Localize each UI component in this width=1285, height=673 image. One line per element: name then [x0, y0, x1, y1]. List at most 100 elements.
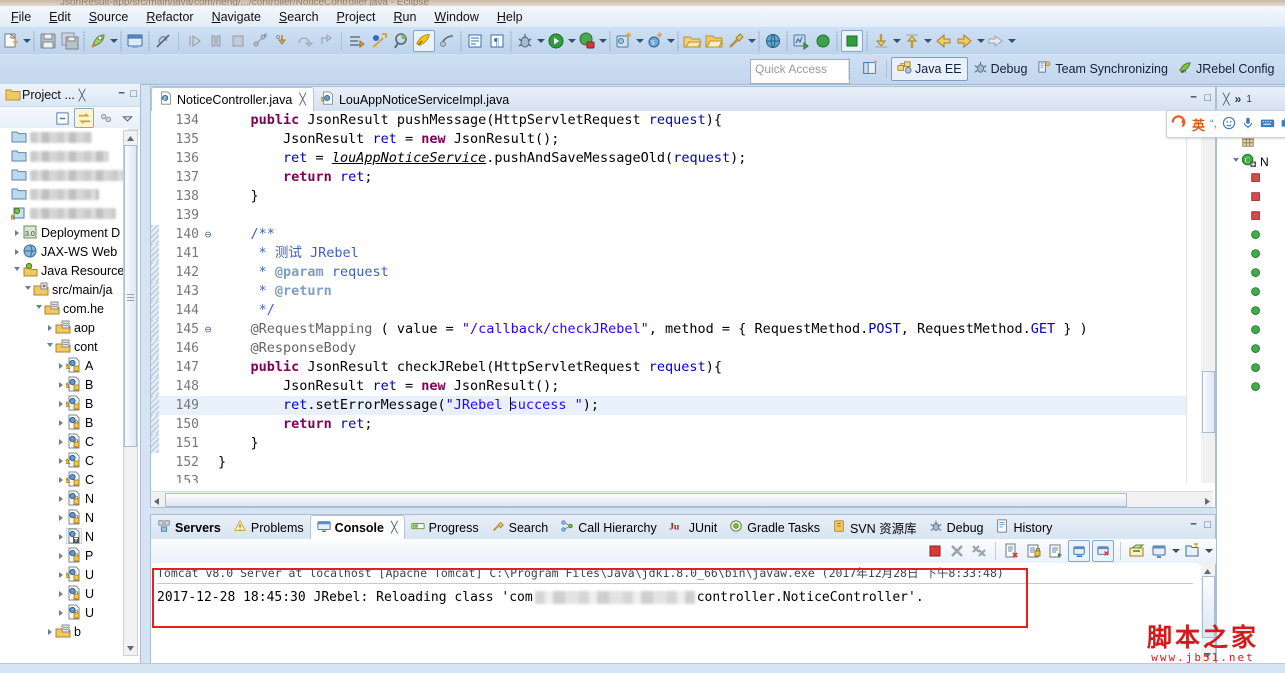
project-tree-item[interactable]: [0, 147, 128, 166]
skip-breakpoints-icon[interactable]: [369, 31, 389, 51]
new-wizard-caret[interactable]: [22, 31, 31, 51]
project-tree-item[interactable]: U: [0, 565, 128, 584]
step-into-icon[interactable]: [272, 31, 292, 51]
editor-vertical-scrollbar[interactable]: [1201, 111, 1215, 483]
code-line[interactable]: 146 @ResponseBody: [151, 339, 1191, 358]
project-tree-item[interactable]: cont: [0, 337, 128, 356]
code-line[interactable]: 153: [151, 472, 1191, 483]
perspective-team-synchronizing[interactable]: Team Synchronizing: [1032, 58, 1173, 80]
fold-collapse-icon[interactable]: ⊖: [202, 320, 214, 339]
console-tab-svn-资源库[interactable]: SVN 资源库: [826, 516, 923, 539]
ime-mode-label[interactable]: 英: [1192, 115, 1205, 134]
scroll-up-icon[interactable]: [125, 132, 136, 144]
link-with-editor-icon[interactable]: [74, 108, 94, 128]
new-console-view-caret[interactable]: [1204, 541, 1213, 561]
console-tab-console[interactable]: Console ╳: [309, 515, 405, 540]
next-edit-caret[interactable]: [1007, 31, 1016, 51]
ime-toolbar[interactable]: 英 “,: [1166, 110, 1285, 138]
code-line[interactable]: 138 }: [151, 187, 1191, 206]
run-last-tool-icon[interactable]: [347, 31, 367, 51]
debug-icon[interactable]: [515, 31, 535, 51]
code-line[interactable]: 145 ⊖ @RequestMapping ( value = "/callbac…: [151, 320, 1191, 339]
close-icon[interactable]: ╳: [1223, 93, 1230, 106]
project-tree-item[interactable]: C: [0, 470, 128, 489]
next-edit-icon[interactable]: [986, 31, 1006, 51]
project-tree-item[interactable]: P: [0, 546, 128, 565]
tree-twisty-open[interactable]: [22, 280, 33, 299]
menu-item-project[interactable]: Project: [328, 8, 385, 26]
code-line[interactable]: 151 }: [151, 434, 1191, 453]
project-tree[interactable]: 3.0 Deployment D JAX-WS Web Java Resource sr…: [0, 128, 128, 658]
open-perspective-button[interactable]: [861, 59, 881, 79]
project-tree-item[interactable]: N: [0, 508, 128, 527]
console-tab-gradle-tasks[interactable]: Gradle Tasks: [723, 516, 826, 539]
project-tree-item[interactable]: JAX-WS Web: [0, 242, 128, 261]
back-icon[interactable]: [933, 31, 953, 51]
project-tree-item[interactable]: N: [0, 527, 128, 546]
new-class-caret[interactable]: [666, 31, 675, 51]
forward-caret[interactable]: [976, 31, 985, 51]
run-coverage-icon[interactable]: [577, 31, 597, 51]
project-tree-item[interactable]: aop: [0, 318, 128, 337]
code-line[interactable]: 144 */: [151, 301, 1191, 320]
project-tree-item[interactable]: C: [0, 432, 128, 451]
view-menu-icon[interactable]: [97, 109, 115, 127]
outline-item[interactable]: CN: [1217, 152, 1285, 171]
console-tab-progress[interactable]: Progress: [405, 516, 485, 539]
project-tree-item[interactable]: B: [0, 413, 128, 432]
close-icon[interactable]: ╳: [79, 89, 86, 102]
show-console-on-output-icon[interactable]: [1068, 540, 1090, 562]
word-wrap-icon[interactable]: [1046, 541, 1066, 561]
console-scroll-thumb[interactable]: [1202, 576, 1215, 638]
outline-item[interactable]: [1217, 266, 1285, 285]
disconnect-icon[interactable]: x: [250, 31, 270, 51]
quick-launch-icon[interactable]: [88, 31, 108, 51]
link-disabled-icon[interactable]: [153, 31, 173, 51]
outline-item[interactable]: [1217, 190, 1285, 209]
code-line[interactable]: 150 return ret;: [151, 415, 1191, 434]
project-tree-item[interactable]: B: [0, 375, 128, 394]
display-selected-console-icon[interactable]: [1127, 541, 1147, 561]
next-annotation-icon[interactable]: [902, 31, 922, 51]
outline-item[interactable]: [1217, 285, 1285, 304]
open-folder-icon[interactable]: [682, 31, 702, 51]
tree-twisty-closed[interactable]: [55, 451, 66, 470]
remove-all-terminated-icon[interactable]: [969, 541, 989, 561]
project-tree-item[interactable]: [0, 128, 128, 147]
tree-twisty-closed[interactable]: [55, 356, 66, 375]
terminate-icon[interactable]: [925, 541, 945, 561]
new-java-project-caret[interactable]: [635, 31, 644, 51]
new-java-project-icon[interactable]: [614, 31, 634, 51]
outline-item[interactable]: [1217, 247, 1285, 266]
project-tree-item[interactable]: C: [0, 451, 128, 470]
menu-item-run[interactable]: Run: [384, 8, 425, 26]
project-tree-item[interactable]: 3.0 Deployment D: [0, 223, 128, 242]
code-line[interactable]: 148 JsonResult ret = new JsonResult();: [151, 377, 1191, 396]
tree-twisty-closed[interactable]: [55, 603, 66, 622]
close-icon[interactable]: ╳: [299, 93, 306, 106]
code-line[interactable]: 141 * 测试 JRebel: [151, 244, 1191, 263]
view-menu-caret-icon[interactable]: [118, 109, 136, 127]
project-tree-item[interactable]: [0, 185, 128, 204]
outline-item[interactable]: [1217, 380, 1285, 399]
previous-annotation-icon[interactable]: [871, 31, 891, 51]
menu-item-search[interactable]: Search: [270, 8, 328, 26]
code-line[interactable]: 149 ret.setErrorMessage("JRebel success …: [151, 396, 1191, 415]
console-tab-junit[interactable]: Ju JUnit: [663, 516, 723, 539]
search-caret[interactable]: [747, 31, 756, 51]
emoji-icon[interactable]: [1222, 116, 1236, 133]
outline-tab[interactable]: ╳ » 1: [1217, 87, 1285, 112]
menu-item-edit[interactable]: Edit: [40, 8, 80, 26]
open-console-icon[interactable]: [1149, 541, 1169, 561]
hscroll-left-icon[interactable]: [153, 495, 161, 509]
collapse-all-icon[interactable]: [53, 109, 71, 127]
editor-tab-louappnoticeserviceimpl[interactable]: LouAppNoticeServiceImpl.java: [314, 88, 516, 111]
svn-commit-icon[interactable]: [813, 31, 833, 51]
resume-icon[interactable]: [184, 31, 204, 51]
project-tree-item[interactable]: B: [0, 394, 128, 413]
tree-twisty-open[interactable]: [33, 299, 44, 318]
svn-update-icon[interactable]: [841, 29, 863, 52]
project-tree-item[interactable]: com.he: [0, 299, 128, 318]
code-line[interactable]: 142 * @param request: [151, 263, 1191, 282]
new-class-icon[interactable]: S: [645, 31, 665, 51]
